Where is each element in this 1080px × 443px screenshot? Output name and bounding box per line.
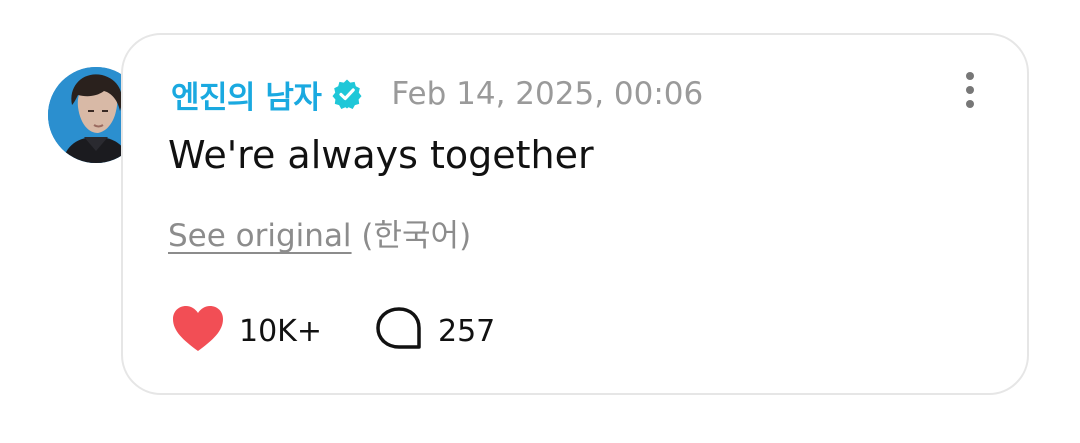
heart-icon — [171, 305, 225, 357]
comment-count: 257 — [437, 313, 496, 349]
comment-button[interactable]: 257 — [374, 306, 495, 356]
like-button[interactable]: 10K+ — [171, 305, 322, 357]
verified-badge-icon — [331, 78, 363, 110]
author-name[interactable]: 엔진의 남자 — [171, 72, 322, 117]
see-original-link[interactable]: See original — [168, 218, 352, 254]
like-count: 10K+ — [239, 313, 322, 349]
comment-bubble-icon — [374, 306, 424, 356]
post-timestamp: Feb 14, 2025, 00:06 — [391, 76, 704, 112]
post-header: 엔진의 남자 Feb 14, 2025, 00:06 — [171, 70, 703, 118]
more-vertical-icon[interactable] — [958, 70, 982, 110]
post-text: We're always together — [168, 133, 594, 177]
see-original-row: See original (한국어) — [168, 210, 471, 255]
original-language-label: (한국어) — [361, 218, 472, 254]
post-actions: 10K+ 257 — [171, 305, 495, 357]
